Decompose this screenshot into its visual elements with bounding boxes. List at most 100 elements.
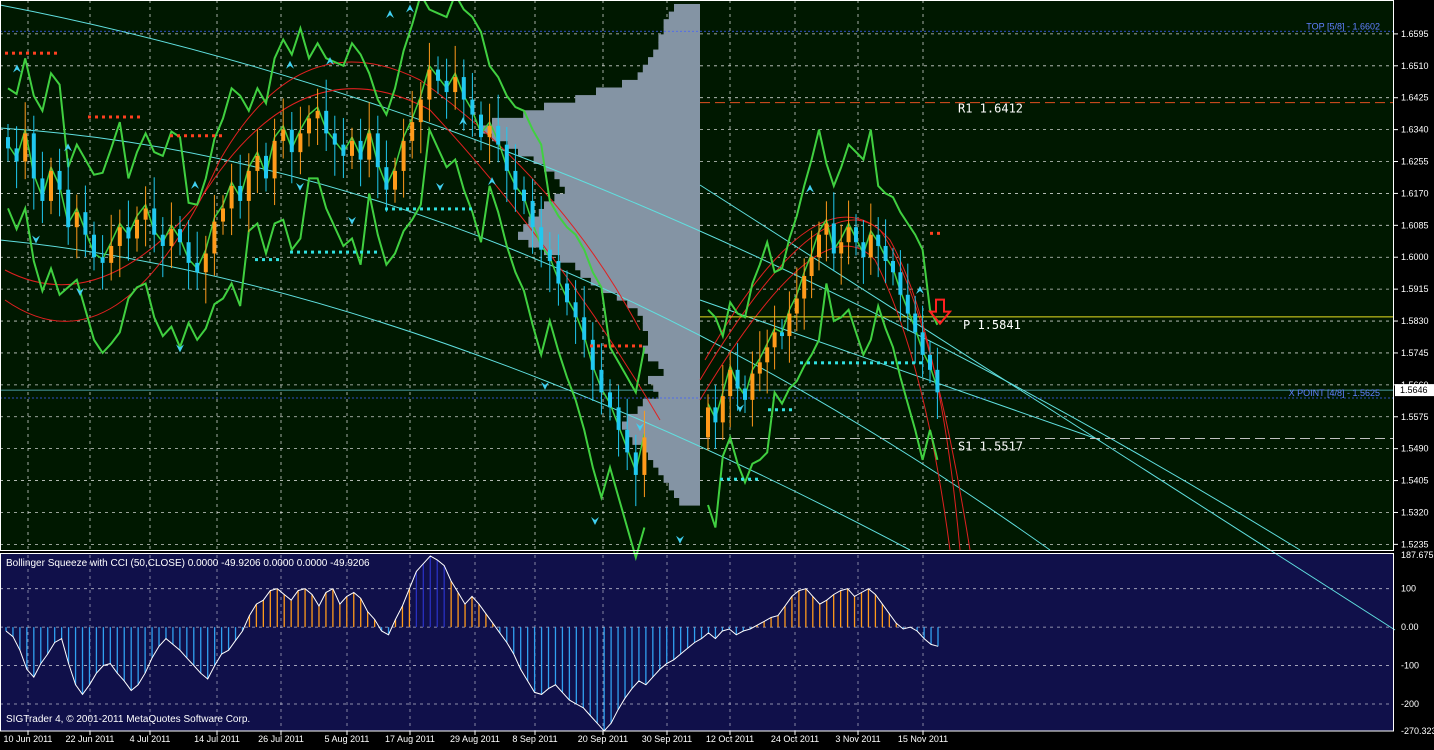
- candle-body: [453, 77, 457, 92]
- signal-dot: [137, 115, 140, 118]
- x-tick-label: 30 Sep 2011: [642, 734, 692, 744]
- signal-dot: [727, 478, 730, 481]
- candle-body: [126, 227, 130, 238]
- signal-dot: [276, 258, 279, 261]
- candle-body: [419, 100, 423, 123]
- candle-body: [109, 246, 113, 263]
- profile-bar: [580, 270, 700, 278]
- signal-dot: [290, 251, 293, 254]
- candle-body: [101, 257, 105, 263]
- profile-bar: [638, 406, 700, 414]
- signal-dot: [912, 361, 915, 364]
- profile-bar: [518, 232, 700, 240]
- y-tick-label: 1.6255: [1401, 157, 1429, 167]
- signal-dot: [102, 115, 105, 118]
- signal-dot: [919, 361, 922, 364]
- profile-bar: [664, 19, 700, 27]
- candle-body: [169, 229, 173, 246]
- signal-dot: [930, 232, 933, 235]
- candle-body: [743, 389, 747, 400]
- x-tick-label: 15 Nov 2011: [898, 734, 948, 744]
- candle-body: [333, 133, 337, 144]
- candle-body: [582, 317, 586, 340]
- x-tick-label: 5 Aug 2011: [325, 734, 370, 744]
- candle-body: [187, 242, 191, 263]
- signal-dot: [413, 207, 416, 210]
- y-tick-label: 1.6510: [1401, 61, 1429, 71]
- signal-dot: [184, 134, 187, 137]
- signal-dot: [367, 251, 370, 254]
- candle-body: [531, 201, 535, 227]
- x-tick-label: 20 Sep 2011: [578, 734, 628, 744]
- profile-bar: [591, 277, 700, 285]
- candle-body: [264, 156, 268, 179]
- candle-body: [750, 374, 754, 400]
- signal-dot: [353, 251, 356, 254]
- candle-body: [470, 100, 474, 115]
- candle-body: [608, 392, 612, 407]
- x-tick-label: 4 Jul 2011: [130, 734, 171, 744]
- signal-dot: [262, 258, 265, 261]
- profile-bar: [664, 27, 700, 35]
- candle-body: [876, 235, 880, 246]
- candle-body: [574, 302, 578, 317]
- candle-body: [384, 167, 388, 190]
- candle-body: [436, 70, 440, 81]
- signal-dot: [318, 251, 321, 254]
- signal-dot: [821, 361, 824, 364]
- signal-dot: [88, 115, 91, 118]
- y-tick-label: 1.5320: [1401, 507, 1429, 517]
- osc-y-tick-label: 187.675: [1401, 550, 1434, 560]
- signal-dot: [884, 361, 887, 364]
- y-tick-label: 1.5490: [1401, 444, 1429, 454]
- candle-body: [49, 171, 53, 201]
- candle-body: [935, 370, 939, 393]
- y-tick-label: 1.5405: [1401, 476, 1429, 486]
- profile-bar: [544, 201, 700, 209]
- candle-body: [765, 347, 769, 362]
- y-tick-label: 1.5745: [1401, 348, 1429, 358]
- candle-body: [861, 242, 865, 257]
- candle-body: [427, 70, 431, 100]
- signal-dot: [109, 115, 112, 118]
- candle-body: [204, 253, 208, 272]
- profile-bar: [492, 133, 700, 141]
- candle-body: [898, 272, 902, 295]
- profile-bar: [658, 467, 700, 475]
- price-chart-svg[interactable]: TOP [5/8] - 1.6602R1 1.6412P 1.5841X POI…: [0, 0, 1434, 745]
- y-tick-label: 1.6170: [1401, 188, 1429, 198]
- candle-body: [247, 171, 251, 201]
- y-tick-label: 1.6595: [1401, 29, 1429, 39]
- candle-body: [787, 314, 791, 337]
- candle-body: [488, 126, 492, 137]
- candle-body: [58, 171, 62, 190]
- signal-dot: [297, 251, 300, 254]
- signal-dot: [807, 361, 810, 364]
- signal-dot: [212, 134, 215, 137]
- signal-dot: [800, 361, 803, 364]
- signal-dot: [639, 344, 642, 347]
- signal-dot: [455, 207, 458, 210]
- profile-bar: [648, 338, 700, 346]
- y-tick-label: 1.6425: [1401, 93, 1429, 103]
- signal-dot: [768, 408, 771, 411]
- candle-body: [32, 133, 36, 178]
- candle-body: [178, 229, 182, 242]
- signal-dot: [339, 251, 342, 254]
- candle-body: [548, 250, 552, 261]
- signal-dot: [311, 251, 314, 254]
- signal-dot: [116, 115, 119, 118]
- profile-bar: [664, 368, 700, 376]
- candle-body: [83, 212, 87, 235]
- candle-body: [565, 284, 569, 303]
- chart-window[interactable]: TOP [5/8] - 1.6602R1 1.6412P 1.5841X POI…: [0, 0, 1434, 745]
- y-tick-label: 1.5575: [1401, 412, 1429, 422]
- y-tick-label: 1.6000: [1401, 252, 1429, 262]
- signal-dot: [205, 134, 208, 137]
- profile-bar: [544, 163, 700, 171]
- signal-dot: [618, 344, 621, 347]
- profile-bar: [658, 42, 700, 50]
- signal-dot: [870, 361, 873, 364]
- profile-bar: [622, 80, 700, 88]
- pivot-label: P 1.5841: [963, 318, 1021, 332]
